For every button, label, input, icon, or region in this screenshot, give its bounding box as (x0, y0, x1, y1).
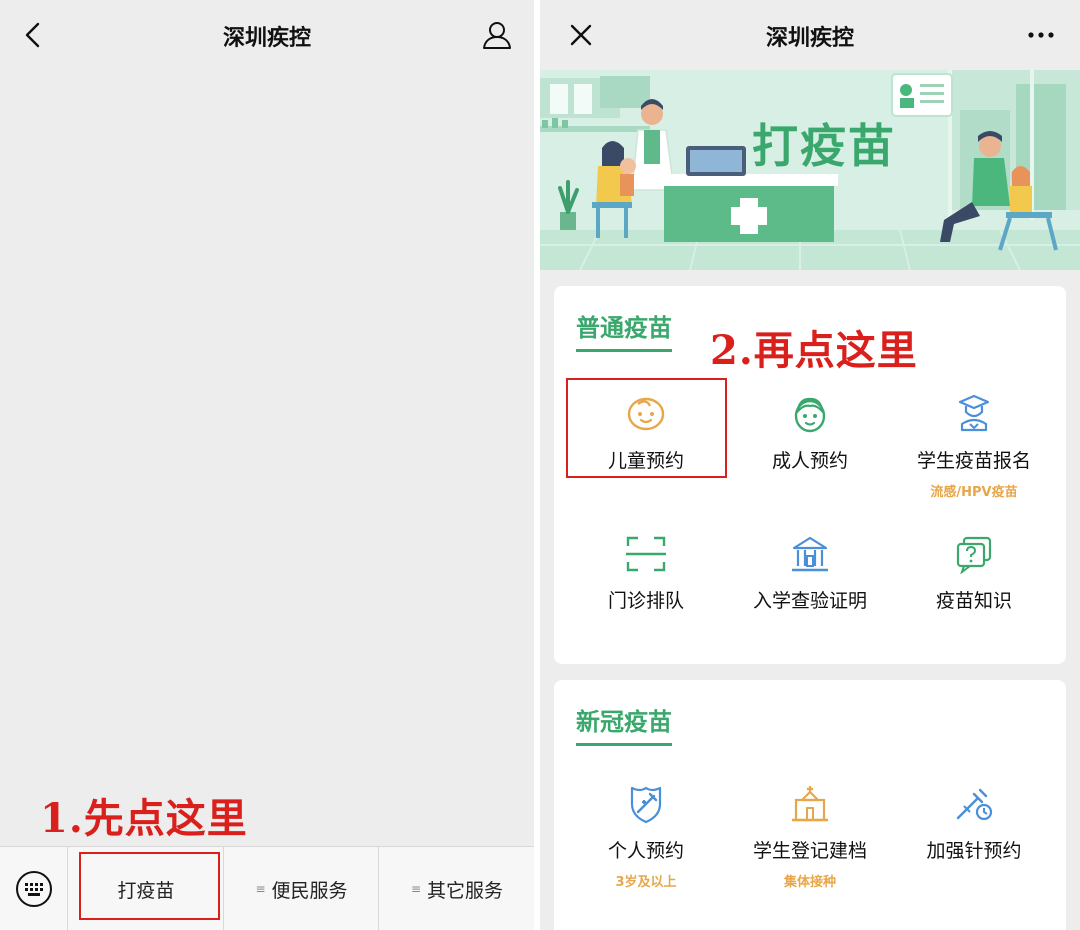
tile-label: 门诊排队 (607, 590, 684, 612)
menu-other-label: 其它服务 (427, 879, 504, 902)
right-miniapp-screen: 深圳疾控 打疫苗 普通疫苗 儿童预约 成人预约 学生疫苗报名 流感/HPV疫苗 … (540, 0, 1080, 930)
tile-sublabel: 集体接种 (783, 875, 836, 890)
step1-highlight-box (79, 852, 220, 920)
tile-label: 学生疫苗报名 (916, 450, 1031, 472)
scan-frame-icon (626, 536, 666, 572)
profile-icon[interactable] (480, 18, 514, 52)
vaccination-banner: 打疫苗 (540, 70, 1080, 270)
student-registration-tile[interactable]: 学生登记建档 集体接种 (728, 784, 892, 890)
tile-label: 学生登记建档 (752, 840, 867, 862)
keyboard-toggle-button[interactable] (0, 847, 68, 930)
step2-hint: 2.再点这里 (710, 327, 918, 374)
tile-sublabel: 流感/HPV疫苗 (930, 485, 1018, 500)
tile-label: 个人预约 (607, 840, 684, 862)
page-title: 深圳疾控 (765, 26, 854, 51)
adult-appointment-tile[interactable]: 成人预约 (728, 394, 892, 473)
tile-sublabel: 3岁及以上 (615, 875, 677, 890)
page-title: 深圳疾控 (222, 26, 311, 51)
booster-appointment-tile[interactable]: 加强针预约 (892, 784, 1056, 863)
vaccine-knowledge-tile[interactable]: 疫苗知识 (892, 534, 1056, 613)
banner-title: 打疫苗 (752, 119, 896, 173)
student-vaccine-signup-tile[interactable]: 学生疫苗报名 流感/HPV疫苗 (892, 394, 1056, 500)
adult-face-icon (794, 397, 826, 433)
school-admission-proof-tile[interactable]: 入学查验证明 (728, 534, 892, 613)
question-cards-icon (956, 536, 992, 574)
left-chat-screen: 深圳疾控 1.先点这里 打疫苗 ≡ 便民服务 ≡ 其它服务 (0, 0, 534, 930)
student-icon (958, 394, 990, 432)
left-top-bar: 深圳疾控 (0, 0, 534, 70)
tile-label: 加强针预约 (926, 840, 1022, 862)
school-building-icon (792, 536, 828, 572)
booster-syringe-icon (956, 788, 993, 821)
submenu-lines-icon: ≡ (410, 882, 422, 896)
tile-label: 疫苗知识 (935, 590, 1012, 612)
clinic-queue-tile[interactable]: 门诊排队 (564, 534, 728, 613)
more-dots-icon[interactable] (1024, 18, 1058, 52)
menu-convenience-services[interactable]: ≡ 便民服务 (225, 847, 379, 930)
section-title: 普通疫苗 (576, 308, 672, 352)
step1-hint: 1.先点这里 (40, 795, 248, 842)
personal-appointment-tile[interactable]: 个人预约 3岁及以上 (564, 784, 728, 890)
menu-other-services[interactable]: ≡ 其它服务 (380, 847, 534, 930)
submenu-lines-icon: ≡ (255, 882, 266, 896)
school-register-icon (792, 786, 828, 822)
shield-syringe-icon (630, 786, 662, 824)
section-title: 新冠疫苗 (576, 702, 672, 746)
menu-convenience-label: 便民服务 (271, 879, 348, 902)
tile-label: 成人预约 (771, 450, 848, 472)
tile-label: 入学查验证明 (752, 590, 867, 612)
right-top-bar: 深圳疾控 (540, 0, 1080, 70)
keyboard-icon (16, 871, 52, 907)
covid-vaccine-card: 新冠疫苗 个人预约 3岁及以上 学生登记建档 集体接种 加强针预约 (554, 680, 1066, 930)
step2-highlight-box (566, 378, 727, 478)
